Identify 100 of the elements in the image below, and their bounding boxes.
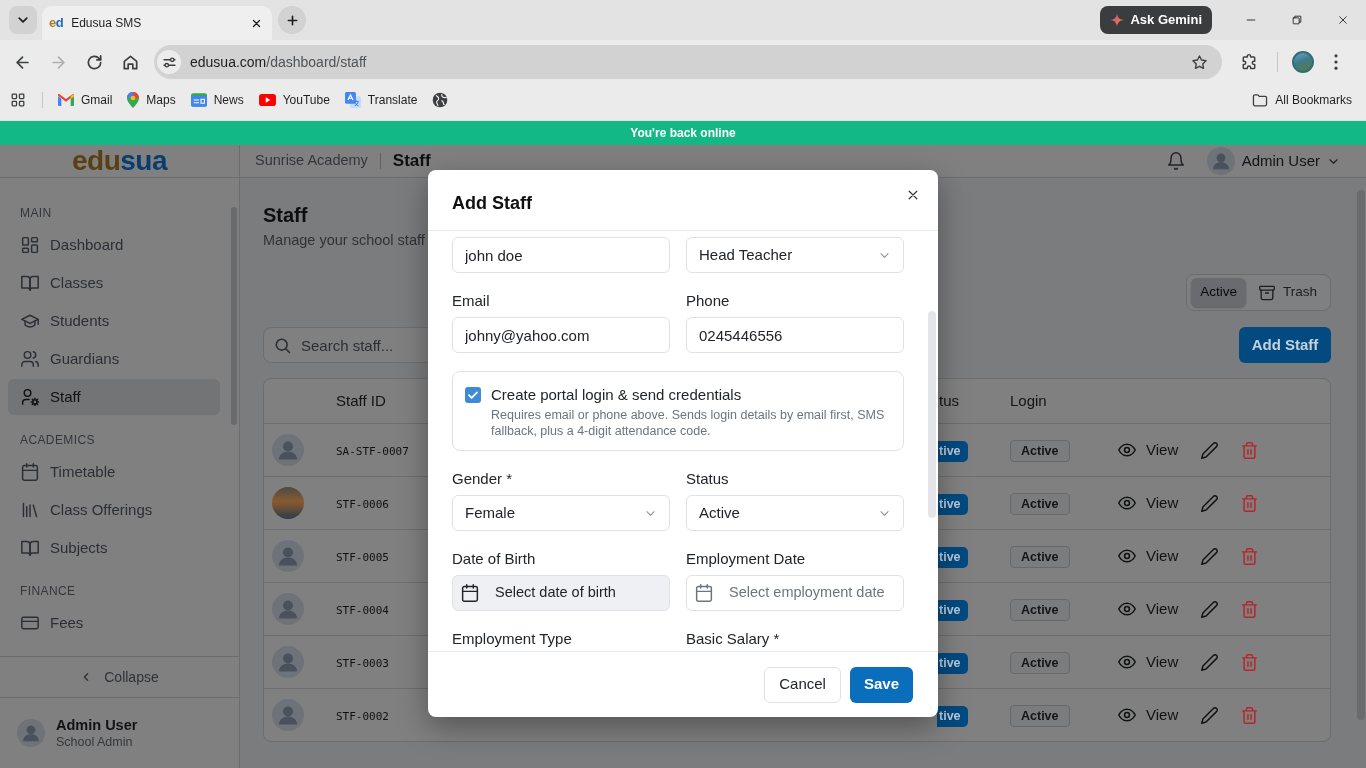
column-header: Login — [1010, 391, 1047, 409]
bookmark-link[interactable]: News — [184, 87, 250, 113]
staff-id: STF-0004 — [336, 604, 389, 617]
calendar-icon — [21, 463, 39, 481]
status-banner: You're back online — [0, 121, 1366, 145]
bookmark-link[interactable]: YouTube — [252, 87, 336, 113]
select-field[interactable]: Active — [686, 495, 904, 531]
credit-card-icon — [21, 614, 39, 632]
translate-icon — [344, 92, 361, 108]
date-picker-button[interactable]: Select employment date — [686, 575, 904, 611]
date-picker-button[interactable]: Select date of birth — [452, 575, 670, 611]
view-tab[interactable]: Active — [1191, 278, 1246, 307]
status-badge: tive — [937, 706, 968, 727]
eye-icon — [1118, 706, 1136, 724]
restore-icon — [1291, 14, 1303, 26]
select-field[interactable]: Head Teacher — [686, 237, 904, 273]
user-gear-icon — [21, 388, 39, 406]
save-button[interactable]: Save — [849, 666, 913, 703]
news-icon — [190, 93, 207, 107]
pencil-icon[interactable] — [1201, 441, 1219, 459]
book-icon — [21, 274, 39, 292]
pencil-icon[interactable] — [1201, 706, 1219, 724]
text-field[interactable]: 0245446556 — [686, 317, 904, 353]
field-label: Phone — [686, 291, 730, 311]
avatar-icon — [17, 719, 45, 747]
sidebar-item[interactable]: Subjects — [8, 530, 220, 566]
tune-icon — [161, 54, 177, 70]
sidebar-item[interactable]: Class Offerings — [8, 492, 220, 528]
view-link[interactable]: View — [1118, 650, 1179, 674]
school-name: Sunrise Academy — [255, 151, 368, 171]
mail-icon — [58, 94, 74, 106]
user-menu-button[interactable]: Admin User — [1206, 147, 1340, 175]
browser-tab[interactable]: ed Edusua SMS — [42, 6, 272, 40]
close-icon[interactable] — [251, 17, 262, 29]
view-link[interactable]: View — [1118, 703, 1179, 727]
text-field[interactable]: john doe — [452, 237, 670, 273]
add-staff-button[interactable]: Add Staff — [1239, 327, 1331, 363]
staff-id: STF-0005 — [336, 551, 389, 564]
login-badge: Active — [1010, 440, 1070, 462]
books-icon — [21, 501, 39, 519]
page-description: Manage your school staff — [263, 231, 425, 250]
view-link[interactable]: View — [1118, 491, 1179, 515]
pencil-icon[interactable] — [1201, 600, 1219, 618]
sidebar-item[interactable]: Guardians — [8, 341, 220, 377]
apps-grid-icon[interactable] — [10, 92, 26, 108]
section-heading: FINANCE — [19, 583, 77, 599]
new-tab-button[interactable] — [278, 6, 306, 34]
breadcrumb-current: Staff — [392, 150, 431, 173]
sidebar-item[interactable]: Dashboard — [8, 227, 220, 263]
site-info-button[interactable] — [157, 50, 181, 74]
status-badge: tive — [937, 600, 968, 621]
login-badge: Active — [1010, 599, 1070, 621]
section-heading: MAIN — [19, 205, 53, 221]
collapse-button[interactable]: Collapse — [80, 666, 159, 688]
pencil-icon[interactable] — [1201, 494, 1219, 512]
view-link[interactable]: View — [1118, 438, 1179, 462]
field-label: Status — [686, 469, 729, 489]
eye-icon — [1118, 547, 1136, 565]
column-header: tus — [939, 391, 959, 409]
sidebar-item[interactable]: Classes — [8, 265, 220, 301]
star-icon[interactable] — [1191, 53, 1208, 71]
sidebar-item[interactable]: Timetable — [8, 454, 220, 490]
cancel-button[interactable]: Cancel — [764, 666, 841, 703]
tab-search-button[interactable] — [9, 6, 37, 34]
close-icon — [1337, 14, 1349, 26]
field-label: Basic Salary * — [686, 629, 780, 649]
close-icon[interactable] — [906, 188, 920, 202]
dialog-title: Add Staff — [452, 192, 532, 214]
arrow-right-icon — [49, 53, 67, 71]
sidebar-item[interactable]: Fees — [8, 605, 220, 641]
status-badge: tive — [937, 494, 968, 515]
select-field[interactable]: Female — [452, 495, 670, 531]
eye-icon — [1118, 494, 1136, 512]
play-icon — [258, 94, 276, 106]
assistant-button[interactable]: Ask Gemini — [1100, 6, 1212, 34]
globe-icon[interactable] — [432, 92, 449, 108]
staff-id: STF-0002 — [336, 710, 389, 723]
view-link[interactable]: View — [1118, 597, 1179, 621]
option-title: Create portal login & send credentials — [491, 386, 743, 404]
checkbox[interactable] — [465, 387, 481, 403]
text-field[interactable]: johny@yahoo.com — [452, 317, 670, 353]
status-badge: tive — [937, 441, 968, 462]
pencil-icon[interactable] — [1201, 547, 1219, 565]
staff-id: STF-0006 — [336, 498, 389, 511]
column-header: Staff ID — [336, 391, 386, 409]
search-icon — [274, 337, 291, 354]
all-bookmarks-link[interactable]: All Bookmarks — [1246, 87, 1358, 113]
field-label: Email — [452, 291, 490, 311]
view-tab[interactable]: Trash — [1250, 278, 1326, 307]
sidebar-item[interactable]: Staff — [8, 379, 220, 415]
bookmark-link[interactable]: Maps — [121, 87, 182, 113]
view-link[interactable]: View — [1118, 544, 1179, 568]
sidebar-item[interactable]: Students — [8, 303, 220, 339]
scrollbar-thumb[interactable] — [928, 311, 936, 518]
address-bar[interactable]: edusua.com/dashboard/staff — [154, 45, 1222, 79]
bell-icon[interactable] — [1166, 152, 1185, 170]
profile-avatar[interactable] — [1292, 51, 1314, 73]
bookmark-link[interactable]: Gmail — [52, 87, 119, 113]
bookmark-link[interactable]: Translate — [338, 87, 424, 113]
pencil-icon[interactable] — [1201, 653, 1219, 671]
